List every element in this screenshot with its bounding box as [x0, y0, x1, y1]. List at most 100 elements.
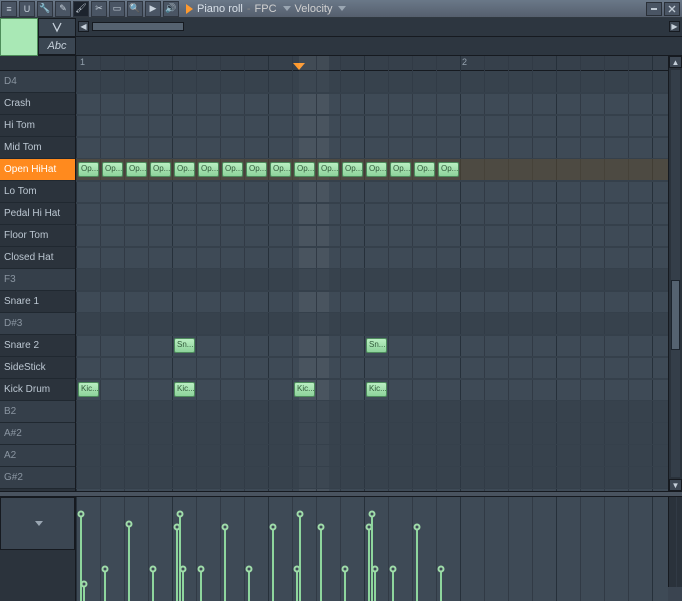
note[interactable]: Op... [174, 162, 195, 177]
velocity-bar[interactable] [224, 529, 226, 601]
velocity-handle[interactable] [102, 566, 109, 573]
key-row[interactable]: Mid Tom [0, 137, 75, 159]
velocity-bar[interactable] [176, 529, 178, 601]
velocity-handle[interactable] [297, 511, 304, 518]
note[interactable]: Op... [246, 162, 267, 177]
wrench-icon[interactable]: 🔧 [37, 1, 53, 17]
note[interactable]: Op... [126, 162, 147, 177]
scroll-left-button[interactable]: ◀ [78, 21, 89, 32]
velocity-handle[interactable] [318, 524, 325, 531]
brush-icon[interactable]: 🖌 [73, 1, 89, 17]
scroll-up-button[interactable]: ▲ [669, 56, 682, 68]
note[interactable]: Sn... [366, 338, 387, 353]
key-row[interactable]: A#2 [0, 423, 75, 445]
key-row[interactable]: SideStick [0, 357, 75, 379]
play-icon[interactable]: ▶ [145, 1, 161, 17]
note[interactable]: Sn... [174, 338, 195, 353]
velocity-bar[interactable] [440, 571, 442, 601]
note[interactable]: Op... [222, 162, 243, 177]
note[interactable]: Op... [438, 162, 459, 177]
select-icon[interactable]: ▭ [109, 1, 125, 17]
key-row[interactable]: B2 [0, 401, 75, 423]
note[interactable]: Op... [102, 162, 123, 177]
name-display-toggle[interactable]: Abc [38, 37, 76, 56]
chevron-down-icon[interactable] [283, 6, 291, 11]
close-button[interactable] [664, 2, 680, 16]
key-row[interactable]: Snare 1 [0, 291, 75, 313]
resize-handle[interactable] [668, 587, 682, 601]
velocity-bar[interactable] [296, 571, 298, 601]
vscroll-thumb[interactable] [671, 280, 680, 350]
vertical-scrollbar[interactable]: ▲ ▼ [668, 56, 682, 491]
minimize-button[interactable] [646, 2, 662, 16]
velocity-handle[interactable] [81, 581, 88, 588]
velocity-bar[interactable] [374, 571, 376, 601]
key-row[interactable]: Snare 2 [0, 335, 75, 357]
key-row[interactable]: D4 [0, 71, 75, 93]
note[interactable]: Kic... [174, 382, 195, 397]
velocity-handle[interactable] [438, 566, 445, 573]
note-grid[interactable]: 12 Op...Op...Op...Op...Op...Op...Op...Op… [76, 56, 668, 491]
cut-icon[interactable]: ✂ [91, 1, 107, 17]
menu-icon[interactable]: ≡ [1, 1, 17, 17]
velocity-bar[interactable] [272, 529, 274, 601]
velocity-bar[interactable] [416, 529, 418, 601]
velocity-handle[interactable] [270, 524, 277, 531]
pencil-icon[interactable]: ✎ [55, 1, 71, 17]
mode-selector[interactable]: Velocity [295, 3, 333, 15]
key-row[interactable]: Kick Drum [0, 379, 75, 401]
note[interactable]: Op... [270, 162, 291, 177]
velocity-bar[interactable] [128, 526, 130, 601]
scroll-down-button[interactable]: ▼ [669, 479, 682, 491]
note[interactable]: Op... [294, 162, 315, 177]
overview-scrollbar[interactable]: ◀ ▶ [76, 18, 682, 55]
velocity-bar[interactable] [299, 516, 301, 601]
key-row[interactable]: Open HiHat [0, 159, 75, 181]
scroll-right-button[interactable]: ▶ [669, 21, 680, 32]
snap-toggle[interactable] [38, 18, 76, 37]
velocity-scrollbar[interactable] [668, 497, 682, 601]
note[interactable]: Op... [414, 162, 435, 177]
key-row[interactable]: Floor Tom [0, 225, 75, 247]
note-color-preview[interactable] [0, 18, 38, 56]
controller-dropdown[interactable] [0, 497, 75, 550]
note[interactable]: Kic... [366, 382, 387, 397]
velocity-bar[interactable] [248, 571, 250, 601]
velocity-handle[interactable] [180, 566, 187, 573]
key-row[interactable]: Closed Hat [0, 247, 75, 269]
velocity-handle[interactable] [372, 566, 379, 573]
velocity-handle[interactable] [177, 511, 184, 518]
velocity-handle[interactable] [150, 566, 157, 573]
key-row[interactable]: G#2 [0, 467, 75, 489]
velocity-bar[interactable] [152, 571, 154, 601]
velocity-bar[interactable] [368, 529, 370, 601]
velocity-handle[interactable] [342, 566, 349, 573]
velocity-handle[interactable] [126, 521, 133, 528]
magnet-icon[interactable]: U [19, 1, 35, 17]
velocity-handle[interactable] [246, 566, 253, 573]
velocity-bar[interactable] [344, 571, 346, 601]
note[interactable]: Op... [342, 162, 363, 177]
note[interactable]: Op... [318, 162, 339, 177]
note[interactable]: Op... [198, 162, 219, 177]
speaker-icon[interactable]: 🔊 [163, 1, 179, 17]
velocity-handle[interactable] [198, 566, 205, 573]
key-row[interactable]: Lo Tom [0, 181, 75, 203]
chevron-down-icon[interactable] [338, 6, 346, 11]
channel-selector[interactable]: FPC [255, 3, 277, 15]
velocity-handle[interactable] [390, 566, 397, 573]
key-row[interactable]: D#3 [0, 313, 75, 335]
velocity-bar[interactable] [392, 571, 394, 601]
zoom-icon[interactable]: 🔍 [127, 1, 143, 17]
velocity-bar[interactable] [83, 586, 85, 601]
note[interactable]: Kic... [78, 382, 99, 397]
note[interactable]: Kic... [294, 382, 315, 397]
velocity-bar[interactable] [182, 571, 184, 601]
velocity-editor[interactable] [76, 497, 668, 601]
key-row[interactable]: F3 [0, 269, 75, 291]
velocity-bar[interactable] [371, 516, 373, 601]
velocity-bar[interactable] [320, 529, 322, 601]
key-row[interactable]: Pedal Hi Hat [0, 203, 75, 225]
velocity-bar[interactable] [104, 571, 106, 601]
note[interactable]: Op... [366, 162, 387, 177]
